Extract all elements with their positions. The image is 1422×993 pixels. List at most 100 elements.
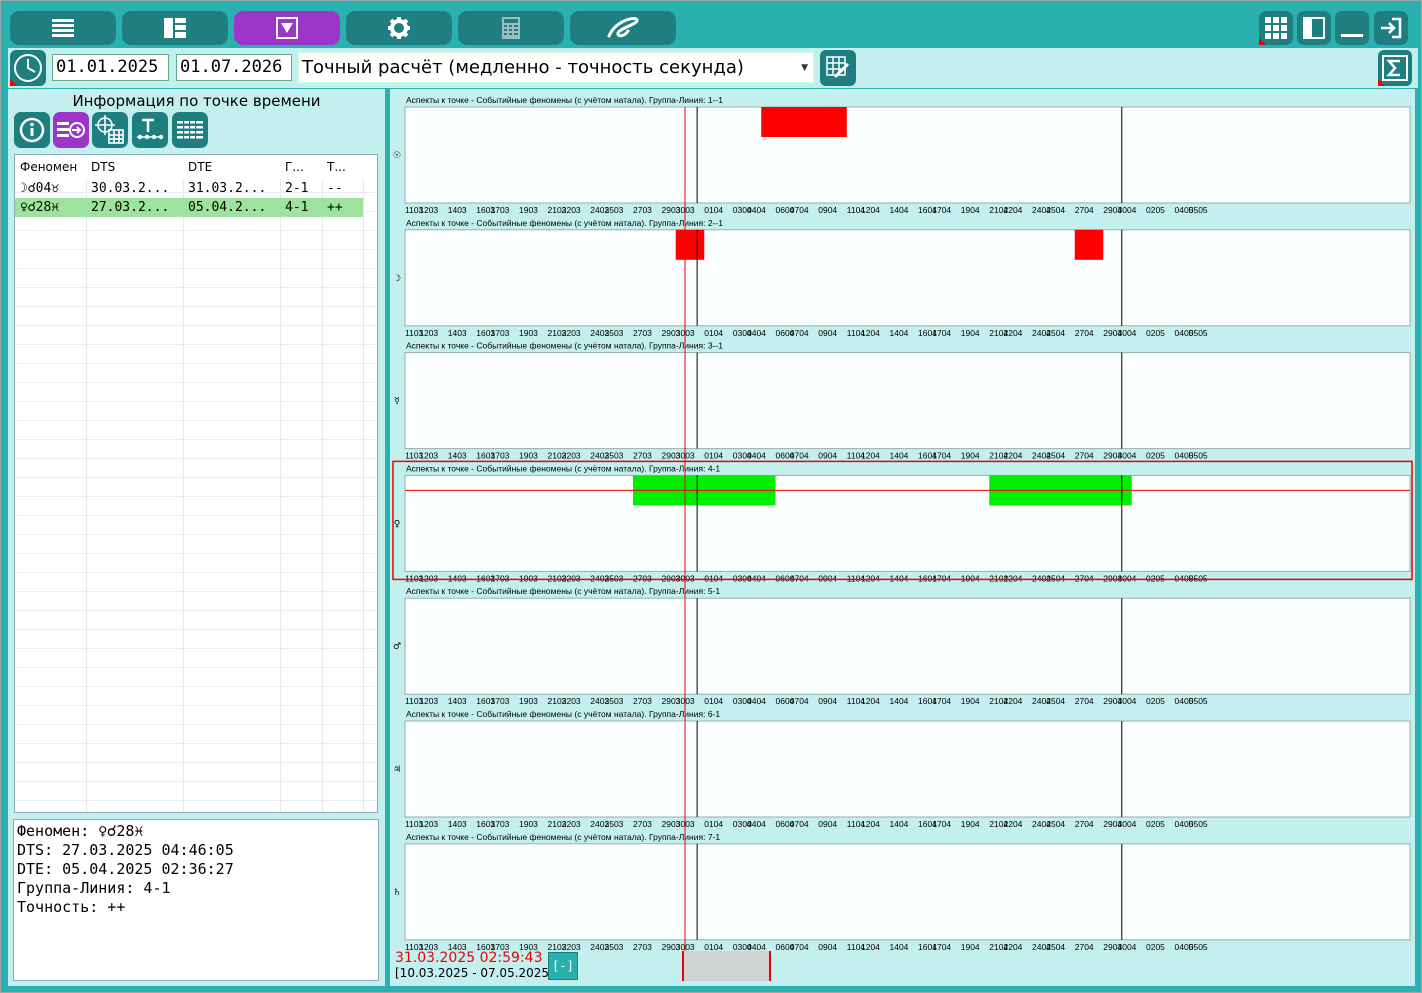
tab-menu[interactable] bbox=[10, 11, 116, 45]
tab-dashboard[interactable] bbox=[122, 11, 228, 45]
tick-label: 2704 bbox=[1075, 696, 1094, 706]
exit-button[interactable] bbox=[1374, 11, 1408, 45]
text-timeline-icon bbox=[137, 118, 164, 140]
apps-grid-button[interactable] bbox=[1259, 11, 1293, 45]
tick-label: 2504 bbox=[1046, 942, 1065, 952]
tick-label: 1703 bbox=[491, 696, 510, 706]
timeline-chart-3: Аспекты к точке - Событийные феномены (с… bbox=[394, 341, 1411, 461]
end-date-input[interactable]: 01.07.2026 bbox=[176, 54, 292, 81]
phenomena-table: Феномен DTS DTE Г... Т... ☽☌04♉ 30.03.2.… bbox=[14, 154, 378, 813]
tick-label: 2203 bbox=[562, 451, 581, 461]
timeline-charts[interactable]: Аспекты к точке - Событийные феномены (с… bbox=[390, 89, 1415, 986]
text-timeline-button[interactable] bbox=[132, 112, 168, 148]
tick-label: 1904 bbox=[961, 573, 980, 583]
cell-dts: 27.03.2... bbox=[91, 200, 170, 215]
split-view-button[interactable] bbox=[1297, 11, 1331, 45]
visible-range: [10.03.2025 - 07.05.2025] bbox=[395, 966, 554, 980]
tick-label: 1403 bbox=[448, 205, 467, 215]
tick-label: 2703 bbox=[633, 819, 652, 829]
crosshair-button[interactable] bbox=[92, 112, 128, 148]
phenomenon-detail-text[interactable]: Феномен: ♀☌28♓ DTS: 27.03.2025 04:46:05 … bbox=[13, 819, 379, 981]
list-grid-button[interactable] bbox=[172, 112, 208, 148]
y-axis-label: ♄ bbox=[393, 888, 401, 898]
tick-label: 0505 bbox=[1189, 942, 1208, 952]
tick-label: 0205 bbox=[1146, 696, 1165, 706]
table-header: Феномен DTS DTE Г... Т... bbox=[15, 155, 377, 179]
corner-marker bbox=[10, 79, 17, 86]
tick-label: 2503 bbox=[605, 573, 624, 583]
chart-title: Аспекты к точке - Событийные феномены (с… bbox=[406, 463, 720, 473]
tick-label: 0205 bbox=[1146, 942, 1165, 952]
chart-title: Аспекты к точке - Событийные феномены (с… bbox=[406, 709, 720, 719]
tick-label: 0205 bbox=[1146, 451, 1165, 461]
info-panel-title: Информация по точке времени bbox=[72, 92, 321, 110]
y-axis-label: ♃ bbox=[393, 765, 401, 775]
tick-label: 0205 bbox=[1146, 573, 1165, 583]
tick-label: 0904 bbox=[818, 451, 837, 461]
tick-label: 2204 bbox=[1004, 451, 1023, 461]
calc-mode-select[interactable]: Точный расчёт (медленно - точность секун… bbox=[298, 52, 814, 83]
tick-label: 2703 bbox=[633, 451, 652, 461]
phenomenon-button[interactable] bbox=[53, 112, 89, 148]
tick-label: 1204 bbox=[861, 451, 880, 461]
tick-label: 1903 bbox=[519, 205, 538, 215]
tick-label: 0104 bbox=[704, 573, 723, 583]
detail-dte: DTE: 05.04.2025 02:36:27 bbox=[17, 860, 234, 878]
column-divider bbox=[322, 155, 323, 812]
period-bar: 01.01.2025 01.07.2026 Точный расчёт (мед… bbox=[8, 48, 1418, 88]
list-grid-icon bbox=[177, 118, 203, 142]
corner-marker bbox=[1378, 79, 1385, 86]
tick-label: 1904 bbox=[961, 696, 980, 706]
clock-button[interactable] bbox=[10, 50, 46, 86]
tick-label: 2703 bbox=[633, 573, 652, 583]
info-panel: Информация по точке времени Феномен DTS … bbox=[8, 89, 385, 986]
grid-edit-button[interactable] bbox=[820, 50, 856, 86]
tab-logo[interactable] bbox=[570, 11, 676, 45]
tick-label: 1904 bbox=[961, 942, 980, 952]
tick-label: 0704 bbox=[790, 205, 809, 215]
calculator-icon bbox=[502, 17, 520, 39]
main-toolbar bbox=[8, 8, 1418, 48]
tick-label: 2704 bbox=[1075, 451, 1094, 461]
tick-label: 1703 bbox=[491, 573, 510, 583]
column-header-dts[interactable]: DTS bbox=[91, 160, 115, 174]
dashboard-layout-icon bbox=[164, 18, 186, 38]
plot-area bbox=[404, 474, 1411, 572]
tick-label: 2203 bbox=[562, 942, 581, 952]
column-header-phenomenon[interactable]: Феномен bbox=[20, 160, 77, 174]
tab-filter[interactable] bbox=[234, 11, 340, 45]
table-row-selected[interactable]: ♀☌28♓ 27.03.2... 05.04.2... 4-1 ++ bbox=[15, 198, 363, 217]
timeline-scroll-thumb[interactable] bbox=[682, 951, 771, 981]
timeline-chart-5: Аспекты к точке - Событийные феномены (с… bbox=[393, 586, 1411, 706]
column-header-group[interactable]: Г... bbox=[285, 160, 304, 174]
start-date-input[interactable]: 01.01.2025 bbox=[52, 54, 169, 81]
tick-label: 0704 bbox=[790, 942, 809, 952]
info-button[interactable] bbox=[14, 112, 50, 148]
column-header-accuracy[interactable]: Т... bbox=[327, 160, 346, 174]
tick-label: 2503 bbox=[605, 942, 624, 952]
tick-label: 1203 bbox=[419, 328, 438, 338]
table-row[interactable]: ☽☌04♉ 30.03.2... 31.03.2... 2-1 -- bbox=[15, 179, 363, 198]
column-header-dte[interactable]: DTE bbox=[188, 160, 212, 174]
apps-grid-icon bbox=[1265, 17, 1287, 39]
y-axis-label: ☿ bbox=[394, 397, 400, 407]
minimize-button[interactable] bbox=[1335, 11, 1369, 45]
plot-area bbox=[404, 843, 1411, 941]
tick-label: 2503 bbox=[605, 328, 624, 338]
tab-calculator[interactable] bbox=[458, 11, 564, 45]
exit-icon bbox=[1381, 17, 1402, 39]
tick-label: 1203 bbox=[419, 573, 438, 583]
tick-label: 0704 bbox=[790, 819, 809, 829]
detail-dts: DTS: 27.03.2025 04:46:05 bbox=[17, 841, 234, 859]
gear-icon bbox=[388, 17, 410, 39]
tick-label: 1904 bbox=[961, 205, 980, 215]
tick-label: 1403 bbox=[448, 328, 467, 338]
tab-settings[interactable] bbox=[346, 11, 452, 45]
tick-label: 1904 bbox=[961, 451, 980, 461]
tick-label: 0104 bbox=[704, 451, 723, 461]
tick-label: 2203 bbox=[562, 573, 581, 583]
tick-label: 0404 bbox=[747, 819, 766, 829]
sum-button[interactable] bbox=[1378, 50, 1412, 86]
zoom-out-button[interactable]: [-] bbox=[548, 952, 578, 980]
tick-label: 2703 bbox=[633, 328, 652, 338]
